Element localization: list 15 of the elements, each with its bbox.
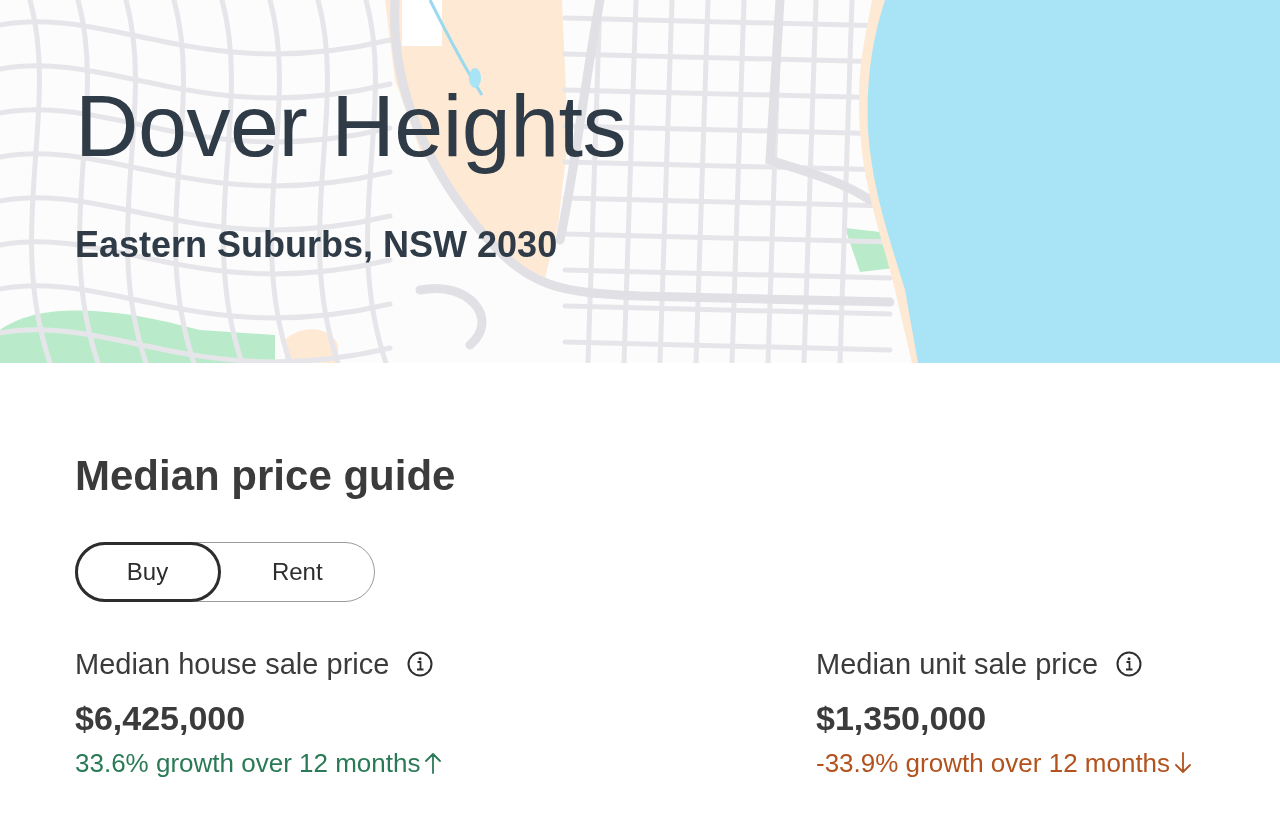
- down-arrow-icon: [1174, 751, 1193, 775]
- suburb-title: Dover Heights: [75, 75, 627, 176]
- stat-label: Median house sale price: [75, 647, 390, 682]
- toggle-tab[interactable]: Buy: [74, 541, 221, 602]
- stat-label: Median unit sale price: [816, 647, 1099, 682]
- price-value: $1,350,000: [816, 698, 987, 739]
- growth-text: 33.6% growth over 12 months: [75, 747, 421, 779]
- info-icon[interactable]: [407, 651, 434, 677]
- section-heading: Median price guide: [75, 451, 456, 501]
- price-value: $6,425,000: [75, 698, 246, 739]
- growth-text: -33.9% growth over 12 months: [816, 747, 1171, 779]
- suburb-location: Eastern Suburbs, NSW 2030: [75, 224, 558, 266]
- toggle-tab[interactable]: Rent: [220, 541, 374, 602]
- up-arrow-icon: [424, 751, 443, 775]
- info-icon[interactable]: [1116, 651, 1143, 677]
